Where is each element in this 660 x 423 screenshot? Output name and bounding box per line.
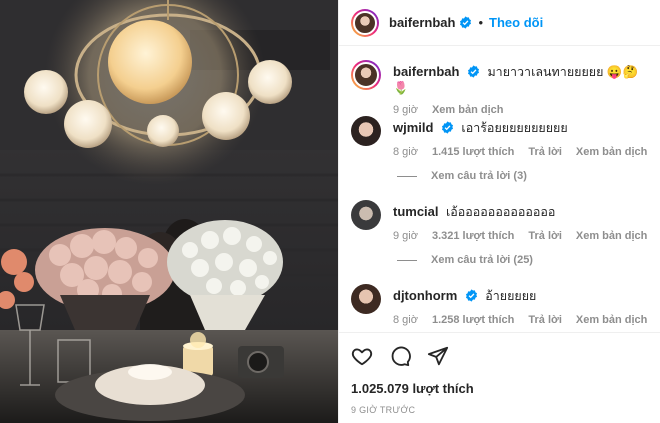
post-timestamp: 9 GIỜ TRƯỚC bbox=[351, 405, 416, 415]
view-replies-button[interactable]: Xem câu trả lời (3) bbox=[397, 170, 527, 182]
share-icon[interactable] bbox=[427, 345, 449, 367]
author-avatar[interactable] bbox=[351, 8, 379, 37]
reply-button[interactable]: Trả lời bbox=[528, 144, 562, 160]
verified-badge-icon bbox=[465, 289, 477, 302]
author-username[interactable]: baifernbah bbox=[389, 15, 455, 30]
verified-badge-icon bbox=[441, 121, 453, 134]
like-count[interactable]: 1.025.079 lượt thích bbox=[351, 381, 474, 396]
comment-likes[interactable]: 1.258 lượt thích bbox=[432, 312, 514, 328]
comment-text: เอ้อออออออออออออ bbox=[446, 205, 556, 219]
commenter-username[interactable]: djtonhorm bbox=[393, 288, 457, 303]
translate-link[interactable]: Xem bản dịch bbox=[576, 144, 648, 160]
replies-line bbox=[397, 175, 417, 177]
post-photo[interactable] bbox=[0, 0, 338, 423]
commenter-avatar[interactable] bbox=[351, 200, 381, 230]
comment-row: wjmild เอาร้อยยยยยยยยยย 8 giờ 1.415 lượt… bbox=[351, 116, 651, 160]
caption-avatar[interactable] bbox=[351, 60, 381, 90]
comment-likes[interactable]: 1.415 lượt thích bbox=[432, 144, 514, 160]
comment-time: 8 giờ bbox=[393, 146, 418, 158]
comment-text: อ้ายยยยย bbox=[485, 289, 537, 303]
comment-time: 9 giờ bbox=[393, 230, 418, 242]
view-replies-label: Xem câu trả lời (3) bbox=[431, 170, 527, 182]
verified-badge-icon bbox=[460, 16, 472, 29]
post-detail-panel: baifernbah • Theo dõi baifernbah มายาวาเ… bbox=[338, 0, 660, 423]
post-header: baifernbah • Theo dõi bbox=[339, 0, 660, 46]
view-replies-button[interactable]: Xem câu trả lời (25) bbox=[397, 254, 533, 266]
heart-icon[interactable] bbox=[351, 345, 373, 367]
comment-icon[interactable] bbox=[389, 345, 411, 367]
reply-button[interactable]: Trả lời bbox=[528, 228, 562, 244]
separator-dot: • bbox=[478, 15, 484, 30]
comment-likes[interactable]: 3.321 lượt thích bbox=[432, 228, 514, 244]
translate-link[interactable]: Xem bản dịch bbox=[576, 312, 648, 328]
reply-button[interactable]: Trả lời bbox=[528, 312, 562, 328]
view-replies-label: Xem câu trả lời (25) bbox=[431, 254, 533, 266]
commenter-avatar[interactable] bbox=[351, 116, 381, 146]
follow-button[interactable]: Theo dõi bbox=[489, 15, 543, 30]
comment-row: djtonhorm อ้ายยยยย 8 giờ 1.258 lượt thíc… bbox=[351, 284, 651, 328]
post-actions: 1.025.079 lượt thích 9 GIỜ TRƯỚC bbox=[339, 332, 660, 423]
commenter-avatar[interactable] bbox=[351, 284, 381, 314]
commenter-username[interactable]: wjmild bbox=[393, 120, 433, 135]
comment-time: 8 giờ bbox=[393, 314, 418, 326]
caption-username[interactable]: baifernbah bbox=[393, 64, 459, 79]
translate-link[interactable]: Xem bản dịch bbox=[576, 228, 648, 244]
comment-text: เอาร้อยยยยยยยยยย bbox=[461, 121, 568, 135]
comments-list: baifernbah มายาวาเลนทายยยยย 😛🤔🌷 9 giờ Xe… bbox=[339, 46, 660, 332]
commenter-username[interactable]: tumcial bbox=[393, 204, 439, 219]
replies-line bbox=[397, 259, 417, 261]
verified-badge-icon bbox=[467, 65, 479, 78]
photo-illustration bbox=[0, 0, 338, 423]
comment-row: tumcial เอ้อออออออออออออ 9 giờ 3.321 lượ… bbox=[351, 200, 651, 244]
caption-row: baifernbah มายาวาเลนทายยยยย 😛🤔🌷 9 giờ Xe… bbox=[351, 60, 651, 118]
